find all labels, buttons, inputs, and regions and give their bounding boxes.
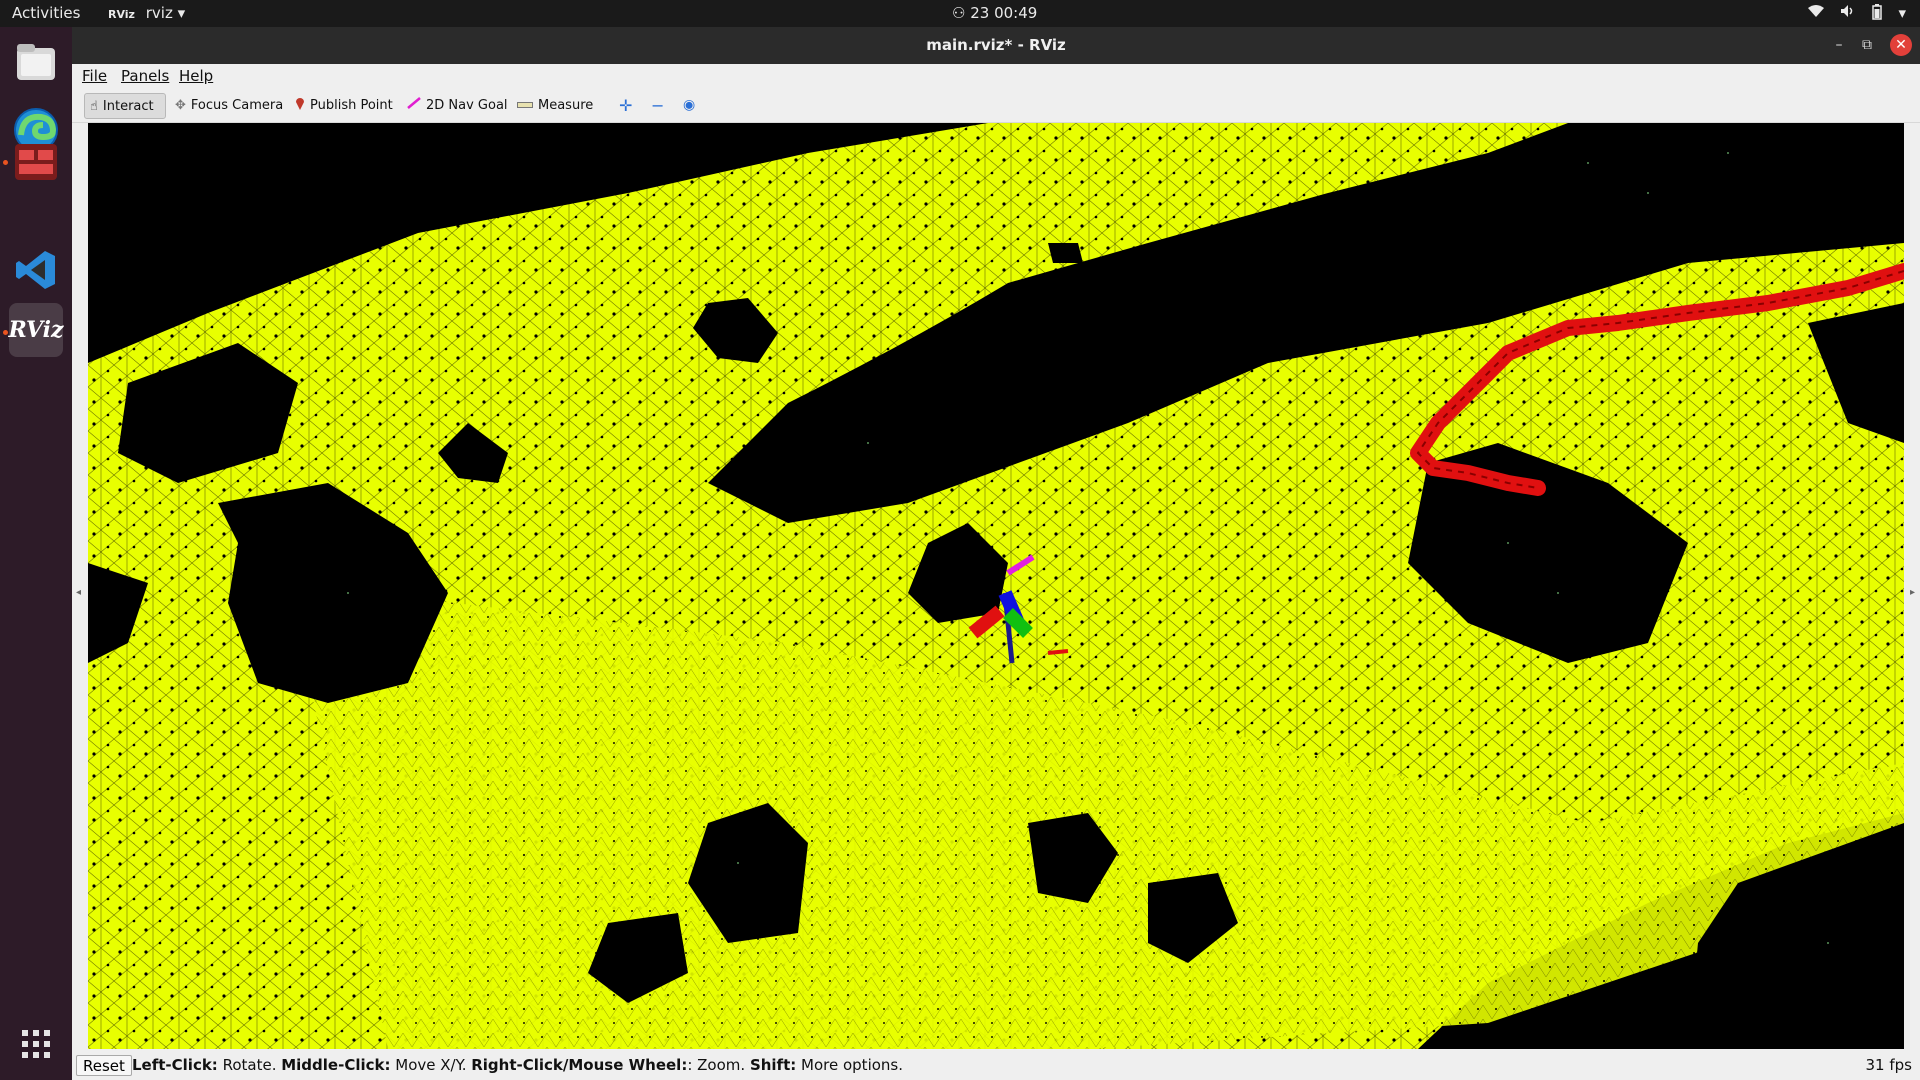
remove-tool-button[interactable]: − (646, 93, 669, 117)
vscode-icon[interactable] (9, 243, 63, 297)
wifi-icon (1808, 4, 1825, 24)
measure-label: Measure (538, 97, 594, 113)
system-tray[interactable]: ▾ (1808, 4, 1906, 24)
dock: RViz (0, 27, 72, 1080)
window-title: main.rviz* - RViz (926, 36, 1066, 54)
hint-shift-desc: More options. (796, 1056, 904, 1074)
3d-render-viewport[interactable] (88, 123, 1904, 1049)
activities-button[interactable]: Activities (12, 4, 80, 22)
status-bar: Reset Left-Click: Rotate. Middle-Click: … (72, 1051, 1920, 1080)
plus-icon: ✛ (619, 95, 633, 115)
files-icon[interactable] (9, 35, 63, 89)
eye-icon: ◉ (683, 97, 696, 113)
power-menu-chevron-icon: ▾ (1898, 4, 1906, 22)
focus-camera-tool-button[interactable]: ✥ Focus Camera (170, 93, 288, 117)
view-controls-hint: Left-Click: Rotate. Middle-Click: Move X… (132, 1056, 903, 1074)
clock-date: 23 (970, 4, 990, 22)
hint-right-click-key: Right-Click/Mouse Wheel: (471, 1056, 688, 1074)
crosshair-icon: ✥ (175, 97, 186, 113)
menu-file[interactable]: File (82, 67, 107, 85)
system-top-bar: Activities RViz rviz ▾ ⚇ 23 00:49 ▾ (0, 0, 1920, 27)
notification-icon: ⚇ (952, 4, 971, 22)
interact-label: Interact (102, 98, 154, 114)
interact-tool-button[interactable]: ☝ Interact (84, 93, 166, 119)
fps-readout: 31 fps (1865, 1056, 1912, 1074)
rviz-window: main.rviz* - RViz – ⧉ ✕ File Panels Help… (72, 27, 1920, 1080)
hint-left-click-desc: Rotate. (217, 1056, 282, 1074)
running-indicator (3, 160, 8, 165)
tools-toolbar: ☝ Interact ✥ Focus Camera Publish Point … (72, 88, 1920, 123)
show-applications-icon[interactable] (9, 1017, 63, 1071)
hint-middle-click-desc: Move X/Y. (390, 1056, 472, 1074)
hint-shift-key: Shift: (749, 1056, 797, 1074)
publish-point-tool-button[interactable]: Publish Point (290, 93, 398, 117)
nav-goal-tool-button[interactable]: 2D Nav Goal (402, 93, 513, 117)
add-tool-button[interactable]: ✛ (614, 93, 637, 117)
rviz-dock-icon[interactable]: RViz (8, 303, 64, 357)
clock[interactable]: ⚇ 23 00:49 (952, 4, 1037, 22)
mesh-hole (1048, 243, 1083, 263)
clock-time: 00:49 (994, 4, 1038, 22)
nav-goal-label: 2D Nav Goal (426, 97, 508, 113)
tool-properties-button[interactable]: ◉ (678, 93, 700, 117)
right-dock-collapse-icon[interactable]: ▸ (1910, 587, 1915, 598)
measure-tool-button[interactable]: Measure (512, 93, 598, 117)
nav-goal-arrow-icon (407, 97, 421, 113)
volume-icon (1840, 4, 1856, 24)
close-button[interactable]: ✕ (1890, 34, 1912, 56)
window-titlebar[interactable]: main.rviz* - RViz – ⧉ ✕ (72, 27, 1920, 64)
hint-left-click-key: Left-Click: (132, 1056, 218, 1074)
minimize-button[interactable]: – (1828, 34, 1850, 56)
hint-middle-click-key: Middle-Click: (281, 1056, 391, 1074)
app-menu[interactable]: RViz rviz ▾ (108, 4, 185, 22)
hint-right-click-desc: : Zoom. (687, 1056, 750, 1074)
menu-bar: File Panels Help (72, 64, 1920, 88)
maximize-button[interactable]: ⧉ (1856, 34, 1878, 56)
menu-help[interactable]: Help (179, 67, 213, 85)
ruler-icon (517, 98, 533, 113)
minus-icon: − (651, 95, 665, 115)
battery-icon (1872, 4, 1883, 24)
left-dock-collapse-icon[interactable]: ◂ (76, 587, 81, 598)
rviz-small-icon: RViz (108, 8, 135, 21)
reset-button[interactable]: Reset (76, 1055, 132, 1076)
hand-icon: ☝ (90, 98, 98, 114)
app-menu-label: rviz (145, 4, 173, 22)
running-indicator-rviz (3, 330, 8, 335)
chevron-down-icon: ▾ (177, 4, 186, 22)
menu-panels[interactable]: Panels (121, 67, 169, 85)
focus-camera-label: Focus Camera (190, 97, 284, 113)
terminal-app-icon[interactable] (9, 135, 63, 189)
map-pin-icon (295, 96, 305, 114)
publish-point-label: Publish Point (310, 97, 393, 113)
